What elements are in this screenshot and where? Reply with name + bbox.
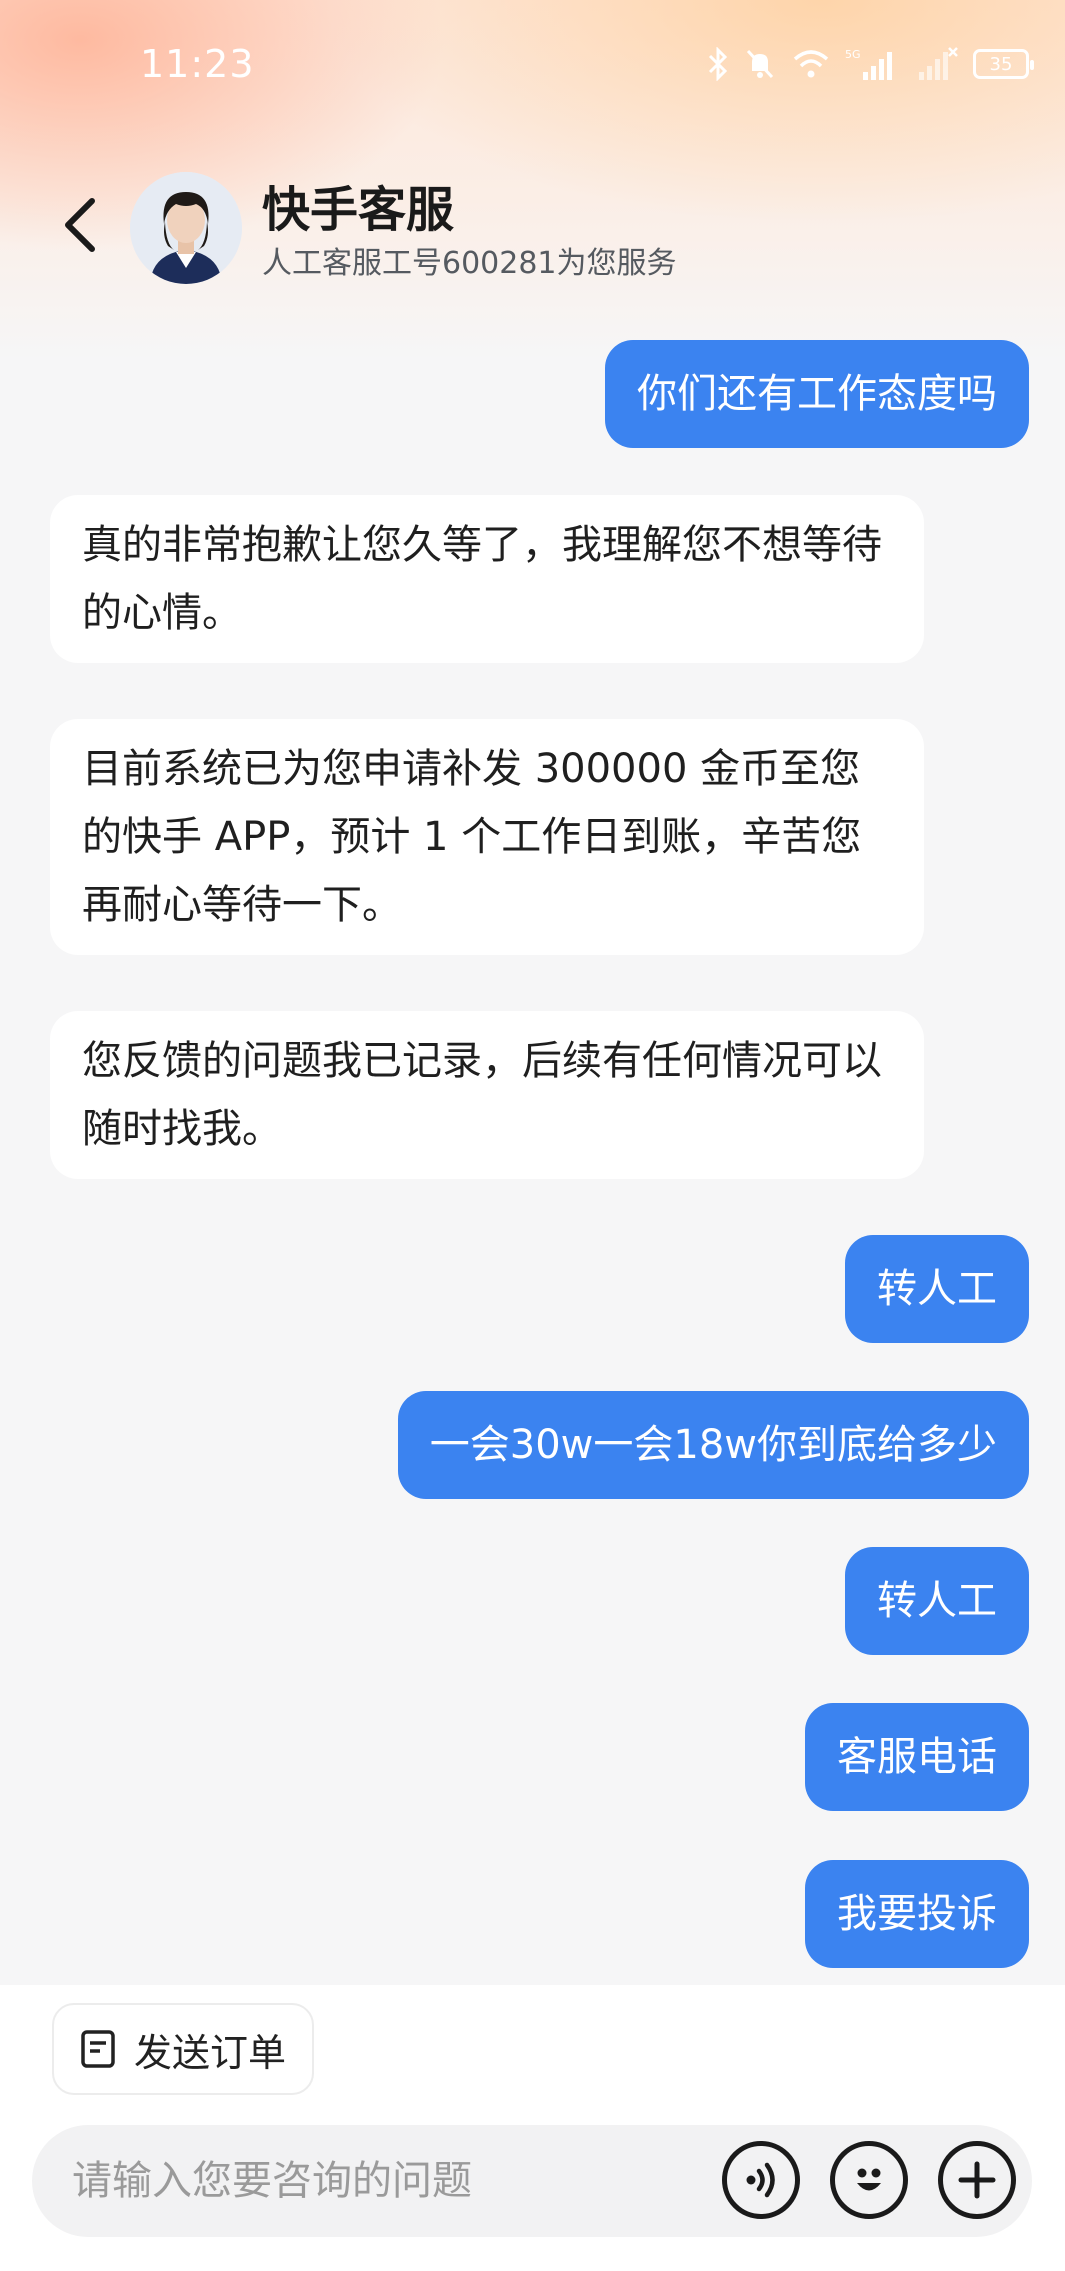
wifi-icon <box>791 44 831 84</box>
agent-message-bubble[interactable]: 您反馈的问题我已记录，后续有任何情况可以随时找我。 <box>50 1011 924 1179</box>
agent-message-bubble[interactable]: 真的非常抱歉让您久等了，我理解您不想等待的心情。 <box>50 495 924 663</box>
message-list[interactable]: 你们还有工作态度吗 真的非常抱歉让您久等了，我理解您不想等待的心情。 目前系统已… <box>0 335 1065 1985</box>
emoji-button[interactable] <box>830 2141 908 2219</box>
user-message-bubble[interactable]: 客服电话 <box>805 1703 1029 1811</box>
voice-icon <box>746 2162 775 2198</box>
status-bar: 11:23 5G 35 <box>0 0 1065 130</box>
user-message-bubble[interactable]: 转人工 <box>845 1547 1029 1655</box>
chat-title: 快手客服 <box>262 182 455 238</box>
input-bar <box>32 2125 1032 2237</box>
status-time: 11:23 <box>140 42 255 86</box>
user-message-bubble[interactable]: 你们还有工作态度吗 <box>605 340 1029 448</box>
question-input[interactable] <box>72 2125 712 2237</box>
bluetooth-icon <box>707 44 729 84</box>
agent-id-subtitle: 人工客服工号600281为您服务 <box>262 246 677 281</box>
voice-input-button[interactable] <box>722 2141 800 2219</box>
chat-header: 快手客服 人工客服工号600281为您服务 <box>0 160 1065 300</box>
send-order-label: 发送订单 <box>134 2030 287 2075</box>
document-icon <box>81 2030 115 2068</box>
send-order-button[interactable]: 发送订单 <box>52 2003 314 2095</box>
battery-icon: 35 <box>973 49 1034 79</box>
agent-message-bubble[interactable]: 目前系统已为您申请补发 300000 金币至您的快手 APP，预计 1 个工作日… <box>50 719 924 955</box>
plus-icon <box>958 2161 996 2199</box>
smiley-icon <box>857 2168 881 2191</box>
back-button[interactable] <box>50 190 110 260</box>
signal-no-service-icon <box>915 44 959 84</box>
composer-area: 发送订单 <box>0 1985 1065 2271</box>
chevron-left-icon <box>65 198 95 252</box>
agent-avatar[interactable] <box>130 172 242 284</box>
mute-bell-icon <box>743 44 777 84</box>
user-message-bubble[interactable]: 转人工 <box>845 1235 1029 1343</box>
chat-screen: 11:23 5G 35 快手客服 人工客服工号600281为您服务 你们还有工作… <box>0 0 1065 2271</box>
status-icons: 5G 35 <box>707 44 1034 84</box>
user-message-bubble[interactable]: 我要投诉 <box>805 1860 1029 1968</box>
battery-level: 35 <box>989 53 1013 75</box>
more-options-button[interactable] <box>938 2141 1016 2219</box>
signal-5g-icon: 5G <box>845 44 901 84</box>
user-message-bubble[interactable]: 一会30w一会18w你到底给多少 <box>397 1391 1029 1499</box>
network-type-label: 5G <box>845 48 861 61</box>
